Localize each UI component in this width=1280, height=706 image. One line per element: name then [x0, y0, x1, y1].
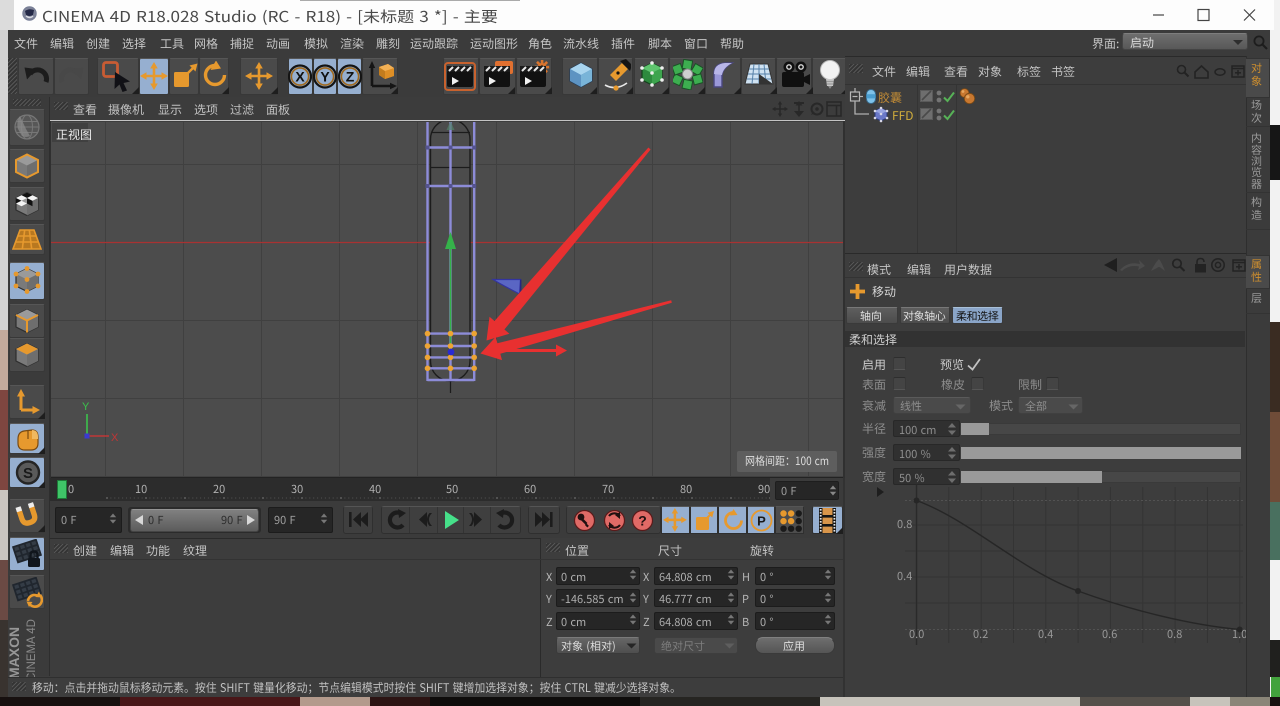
svg-text:P: P: [757, 514, 766, 529]
svg-text:MAXON: MAXON: [8, 627, 22, 679]
svg-text:X: X: [296, 69, 306, 85]
svg-text:Z: Z: [345, 69, 354, 85]
svg-text:Y: Y: [320, 69, 330, 85]
svg-text:CINEMA 4D: CINEMA 4D: [26, 619, 38, 681]
svg-text:Y: Y: [82, 401, 90, 413]
svg-text:S: S: [23, 465, 33, 482]
svg-text:?: ?: [638, 513, 647, 529]
svg-text:X: X: [111, 432, 119, 444]
